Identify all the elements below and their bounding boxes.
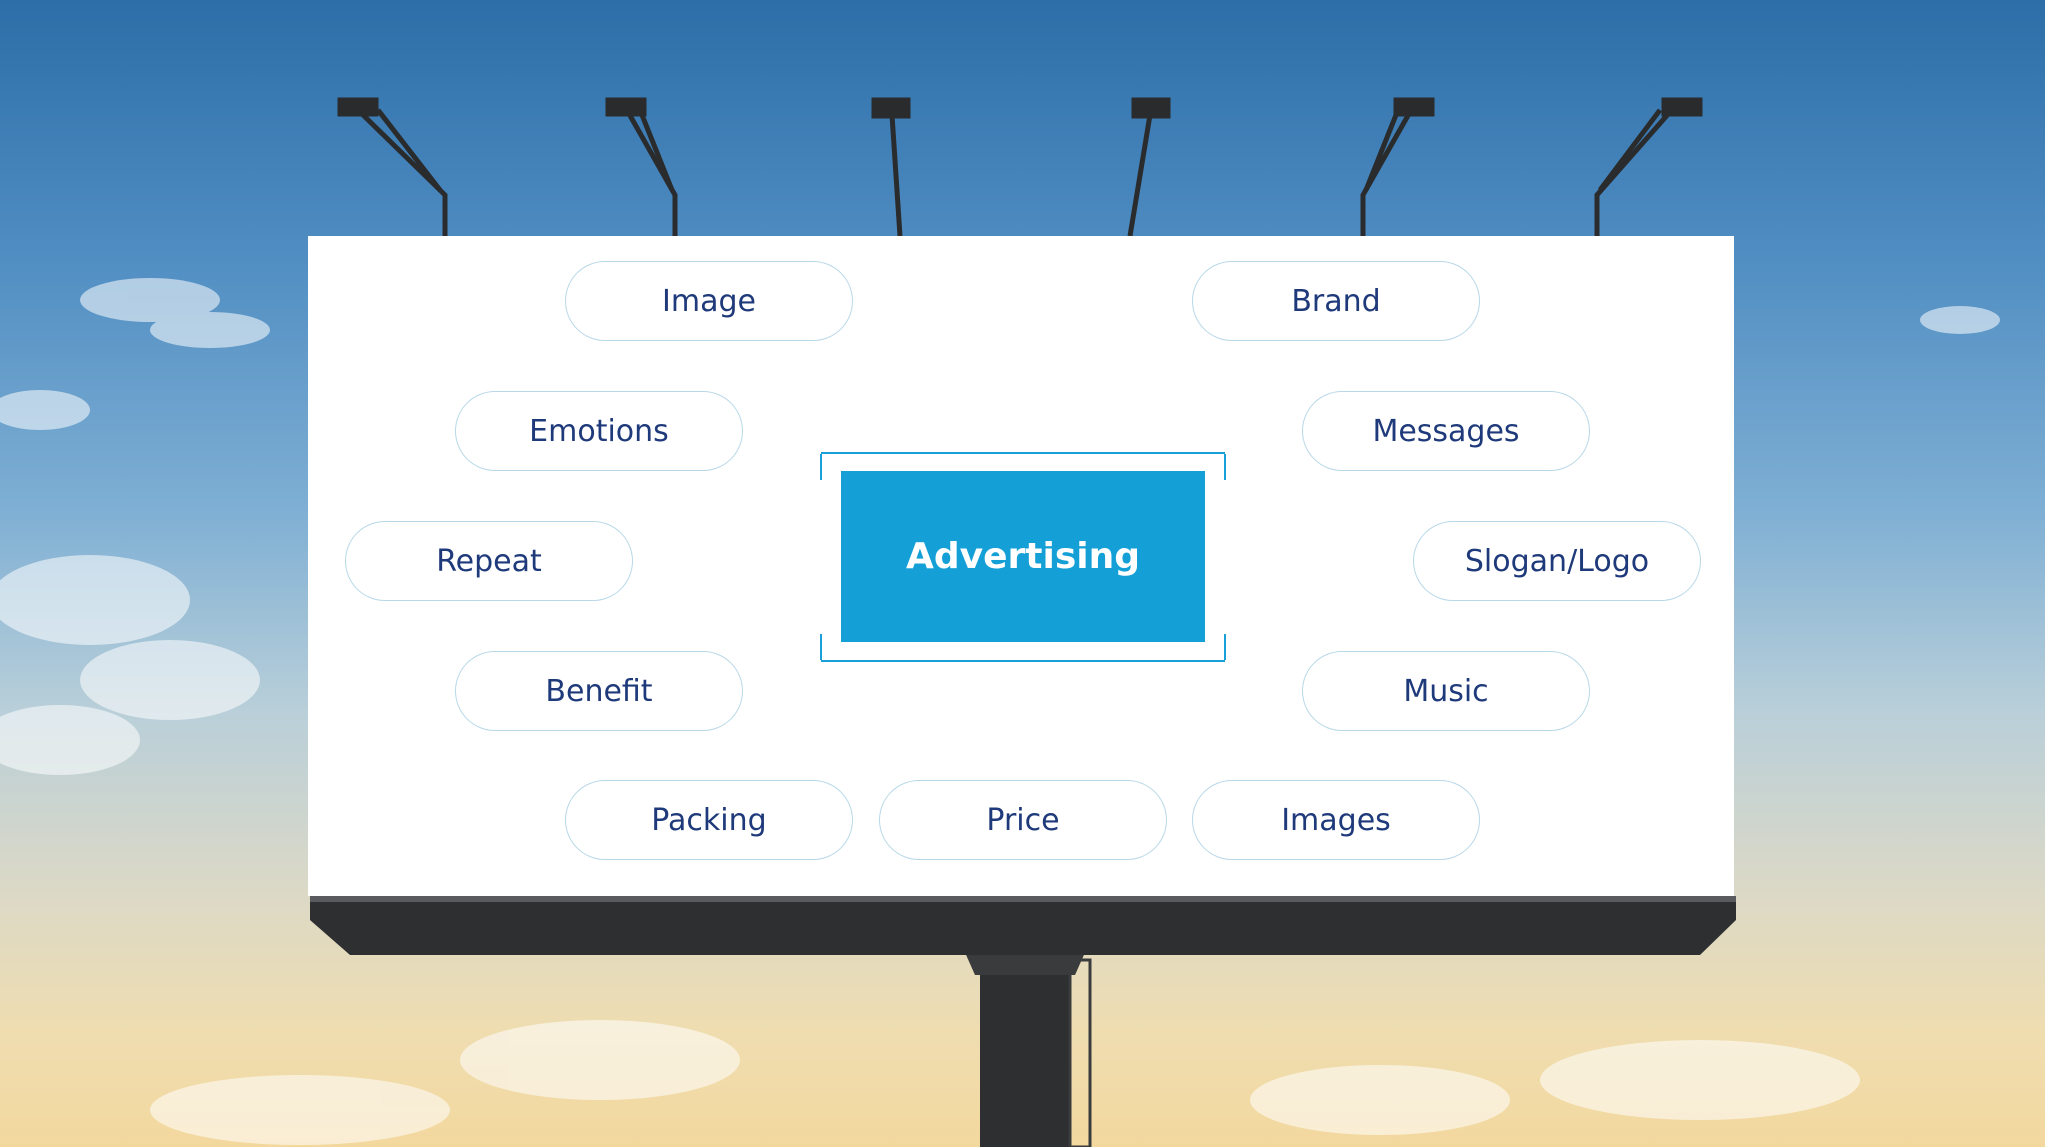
lamps — [337, 97, 1703, 237]
center-node-advertising[interactable]: Advertising — [841, 471, 1205, 642]
billboard-frame — [310, 896, 1736, 955]
node-image[interactable]: Image — [565, 261, 853, 341]
node-brand[interactable]: Brand — [1192, 261, 1480, 341]
node-emotions[interactable]: Emotions — [455, 391, 743, 471]
node-music[interactable]: Music — [1302, 651, 1590, 731]
node-packing[interactable]: Packing — [565, 780, 853, 860]
node-slogan-logo[interactable]: Slogan/Logo — [1413, 521, 1701, 601]
node-messages[interactable]: Messages — [1302, 391, 1590, 471]
node-price[interactable]: Price — [879, 780, 1167, 860]
node-images[interactable]: Images — [1192, 780, 1480, 860]
node-benefit[interactable]: Benefit — [455, 651, 743, 731]
node-repeat[interactable]: Repeat — [345, 521, 633, 601]
